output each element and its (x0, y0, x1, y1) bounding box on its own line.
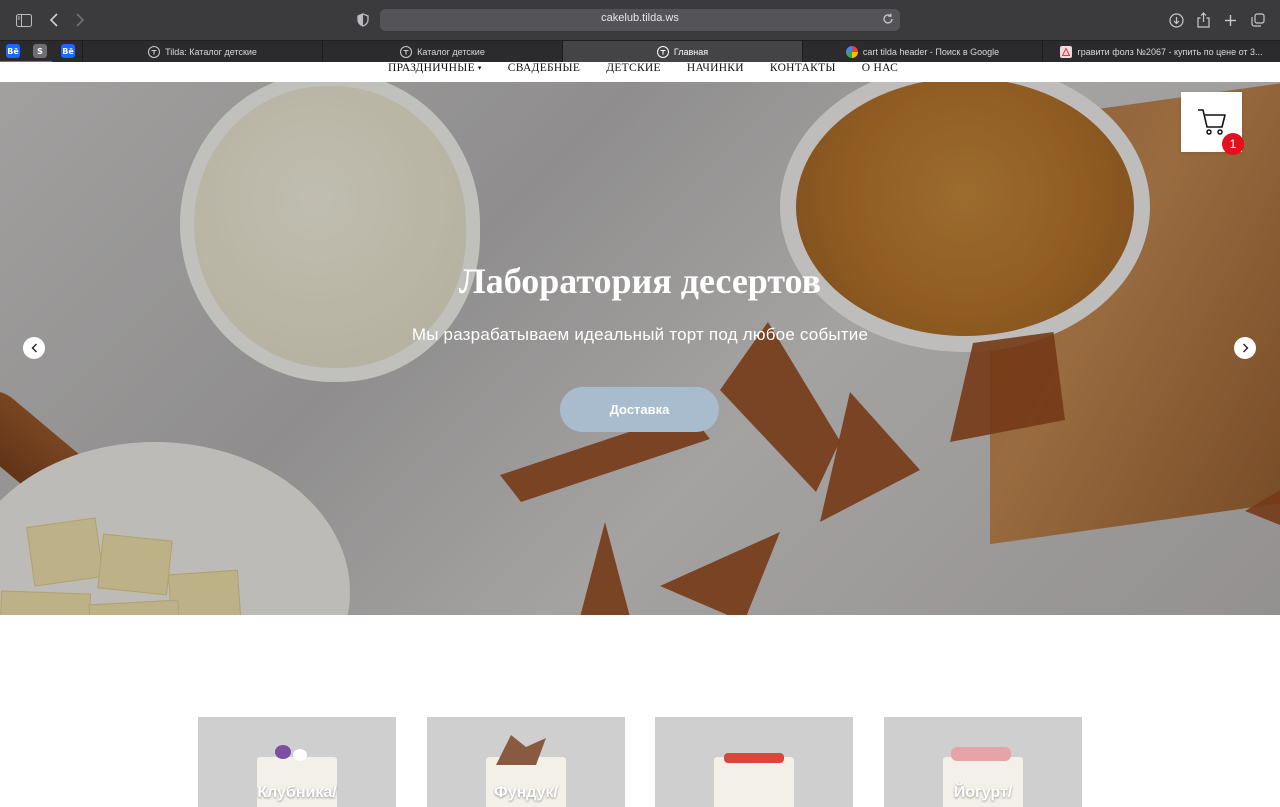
url-text: cakelub.tilda.ws (601, 12, 679, 24)
browser-toolbar: cakelub.tilda.ws (0, 0, 1280, 40)
site-header: ПРАЗДНИЧНЫЕ ▾ СВАДЕБНЫЕ ДЕТСКИЕ НАЧИНКИ К… (0, 62, 1280, 82)
product-title: Фундук/ (494, 784, 558, 801)
tab-label: гравити фолз №2067 - купить по цене от 3… (1077, 46, 1263, 57)
nav-wedding[interactable]: СВАДЕБНЫЕ (508, 62, 580, 80)
share-icon[interactable] (1192, 9, 1214, 31)
flower-decoration (275, 745, 291, 759)
tab-google-search[interactable]: cart tilda header - Поиск в Google (802, 41, 1042, 62)
tab-catalog-kids[interactable]: Каталог детские (322, 41, 562, 62)
tab-label: Tilda: Каталог детские (165, 46, 257, 57)
product-card[interactable]: Клубника/ (198, 717, 396, 807)
downloads-icon[interactable] (1165, 9, 1187, 31)
slider-prev-button[interactable] (23, 337, 45, 359)
chocolate-decoration (496, 735, 546, 765)
chevron-right-icon (1242, 343, 1249, 353)
pinned-tab-behance-2[interactable]: Bē (61, 44, 75, 58)
pinned-tab-label: Bē (7, 46, 19, 56)
google-icon (845, 45, 858, 58)
pinned-tab-behance[interactable]: Bē (6, 44, 20, 58)
tab-label: Главная (673, 46, 709, 57)
product-card[interactable]: Йогурт/ (884, 717, 1082, 807)
tab-overview-icon[interactable] (1247, 9, 1269, 31)
product-title: Йогурт/ (953, 784, 1013, 801)
cart-icon (1197, 108, 1227, 136)
product-card[interactable] (655, 717, 853, 807)
forward-icon[interactable] (69, 9, 91, 31)
nav-label: ПРАЗДНИЧНЫЕ (388, 62, 475, 74)
dropdown-caret-icon: ▾ (477, 64, 482, 72)
nav-contacts[interactable]: КОНТАКТЫ (770, 62, 836, 80)
meringue-decoration (293, 749, 307, 761)
tab-main-active[interactable]: Главная (562, 41, 802, 62)
pinned-tab-label: Bē (62, 46, 74, 56)
pinned-tab-label: S (37, 46, 43, 56)
new-tab-icon[interactable] (1219, 9, 1241, 31)
reload-icon[interactable] (882, 12, 894, 30)
hero-overlay (0, 82, 1280, 615)
tab-gravity-falls[interactable]: гравити фолз №2067 - купить по цене от 3… (1042, 41, 1280, 62)
tilda-icon (656, 45, 669, 58)
nav-kids[interactable]: ДЕТСКИЕ (606, 62, 661, 80)
tab-tilda-catalog[interactable]: Tilda: Каталог детские (82, 41, 322, 62)
nav-holiday[interactable]: ПРАЗДНИЧНЫЕ ▾ (388, 62, 482, 80)
hero-subtitle: Мы разрабатываем идеальный торт под любо… (411, 325, 869, 344)
hero-slider: Лаборатория десертов Мы разрабатываем ид… (0, 82, 1280, 615)
tilda-icon (400, 45, 413, 58)
product-title: Клубника/ (257, 784, 337, 801)
tab-bar: Bē S Bē Tilda: Каталог детские Каталог д… (0, 40, 1280, 63)
berry-decoration (724, 753, 784, 763)
sidebar-toggle-icon[interactable] (13, 9, 35, 31)
meringue-decoration (951, 747, 1011, 761)
nav-fillings[interactable]: НАЧИНКИ (687, 62, 744, 80)
privacy-shield-icon[interactable] (352, 9, 374, 31)
cart-count-badge: 1 (1222, 133, 1244, 155)
tab-label: Каталог детские (417, 46, 485, 57)
address-bar[interactable]: cakelub.tilda.ws (380, 9, 900, 31)
pinned-tab-s[interactable]: S (33, 44, 47, 58)
chevron-left-icon (31, 343, 38, 353)
tab-label: cart tilda header - Поиск в Google (862, 46, 1000, 57)
main-menu: ПРАЗДНИЧНЫЕ ▾ СВАДЕБНЫЕ ДЕТСКИЕ НАЧИНКИ К… (388, 62, 898, 80)
delivery-button[interactable]: Доставка (560, 387, 719, 432)
hero-title: Лаборатория десертов (458, 261, 822, 301)
slider-next-button[interactable] (1234, 337, 1256, 359)
back-icon[interactable] (43, 9, 65, 31)
nav-about[interactable]: О НАС (862, 62, 898, 80)
product-card[interactable]: Фундук/ (427, 717, 625, 807)
store-icon (1060, 45, 1073, 58)
tilda-icon (148, 45, 161, 58)
